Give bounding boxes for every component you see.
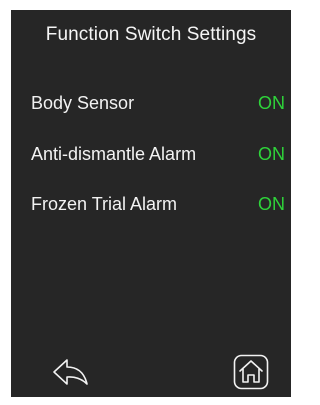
back-arrow-icon — [53, 359, 88, 385]
setting-toggle-value[interactable]: ON — [258, 89, 285, 117]
back-button[interactable] — [51, 356, 91, 390]
page-title: Function Switch Settings — [45, 24, 257, 45]
setting-label: Anti-dismantle Alarm — [31, 144, 197, 164]
setting-label: Body Sensor — [31, 93, 135, 113]
setting-row-frozen-trial-alarm[interactable]: Frozen Trial Alarm ON — [11, 190, 291, 218]
setting-label: Frozen Trial Alarm — [31, 194, 178, 214]
setting-row-anti-dismantle-alarm[interactable]: Anti-dismantle Alarm ON — [11, 140, 291, 168]
device-screen: Function Switch Settings Body Sensor ON … — [11, 10, 291, 397]
home-button[interactable] — [233, 354, 269, 390]
home-icon — [233, 354, 269, 390]
setting-toggle-value[interactable]: ON — [258, 190, 285, 218]
setting-toggle-value[interactable]: ON — [258, 140, 285, 168]
setting-row-body-sensor[interactable]: Body Sensor ON — [11, 89, 291, 117]
